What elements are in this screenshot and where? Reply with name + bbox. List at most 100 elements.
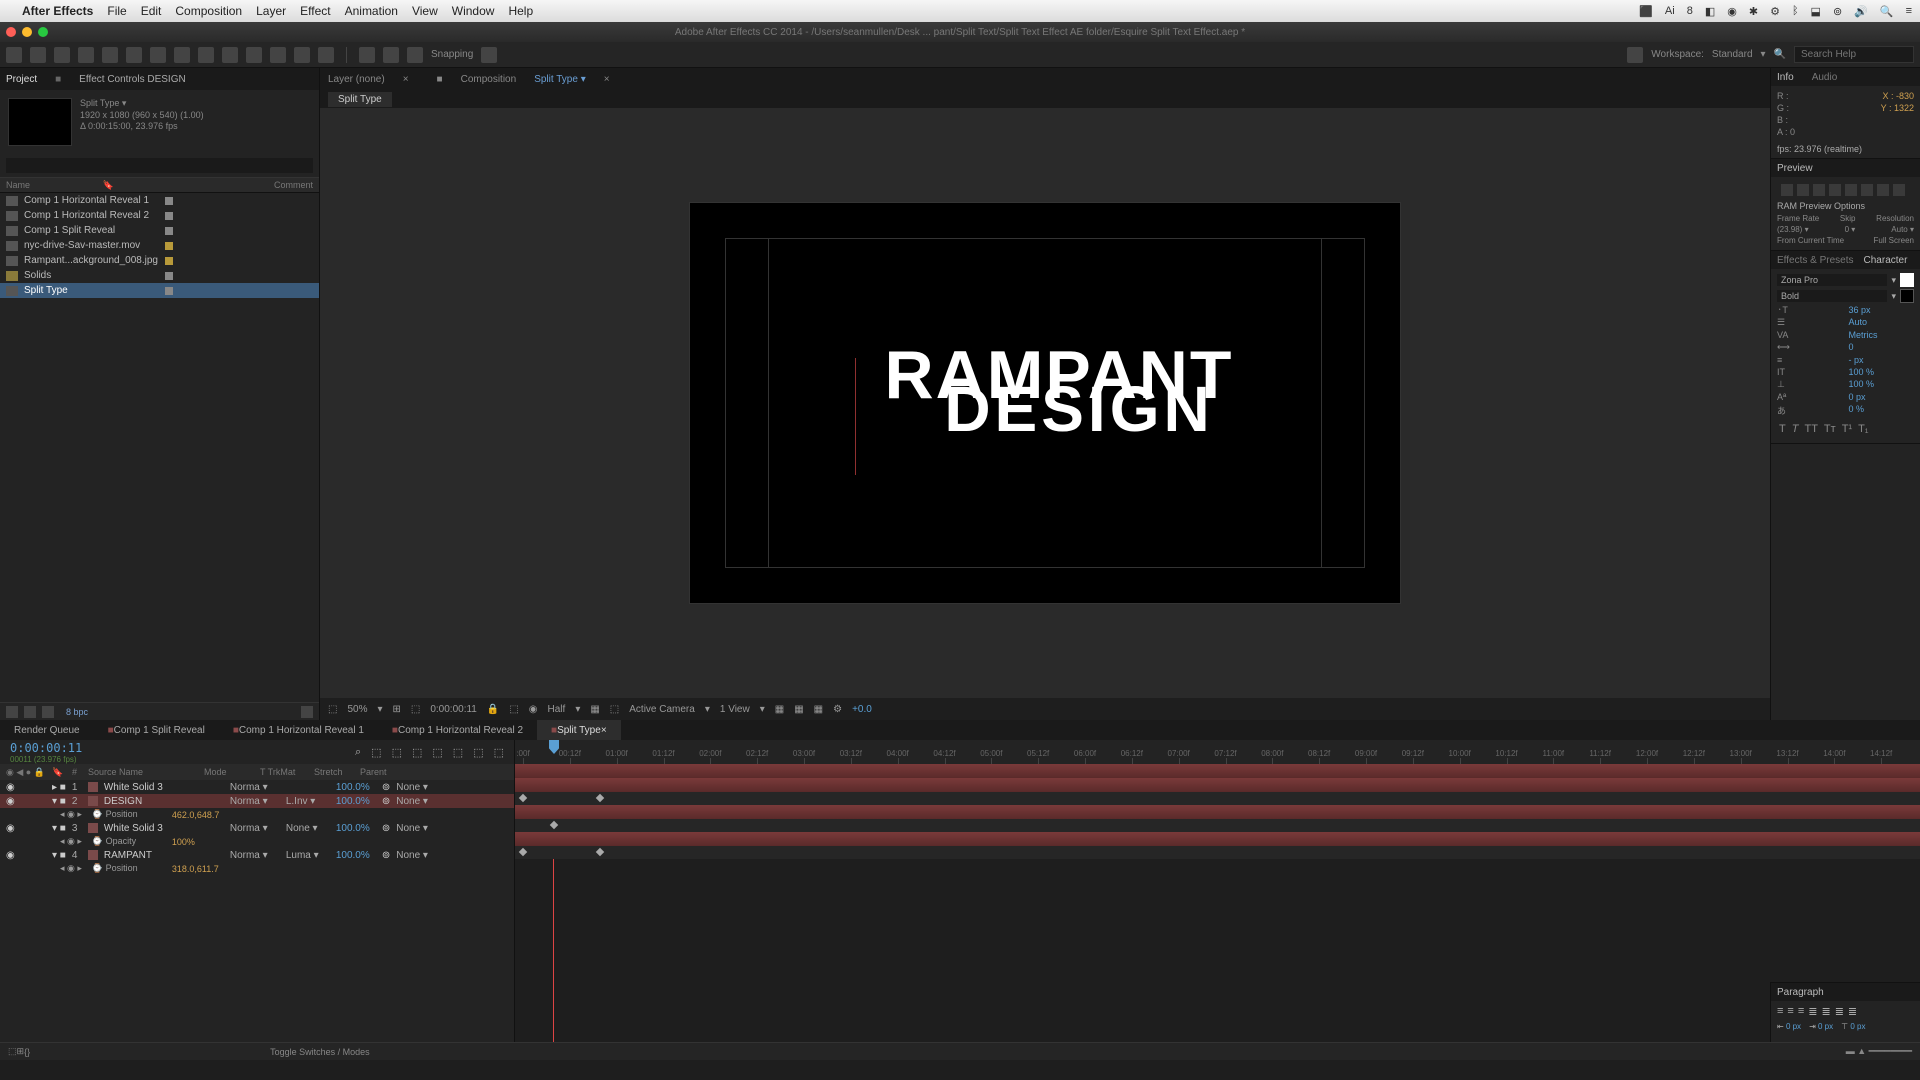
- clone-tool-icon[interactable]: [246, 47, 262, 63]
- font-size[interactable]: 36 px: [1849, 305, 1915, 315]
- views-dropdown[interactable]: 1 View: [720, 704, 750, 715]
- comp-name-label[interactable]: Split Type ▾: [80, 98, 204, 110]
- tl-opt-icon[interactable]: ⬚: [371, 746, 381, 759]
- menu-icon[interactable]: ≡: [1906, 5, 1912, 17]
- tab-effect-controls[interactable]: Effect Controls DESIGN: [79, 74, 186, 85]
- world-axis-icon[interactable]: [383, 47, 399, 63]
- next-frame-icon[interactable]: [1829, 184, 1841, 196]
- pen-tool-icon[interactable]: [174, 47, 190, 63]
- prev-frame-icon[interactable]: [1797, 184, 1809, 196]
- tl-opt-icon[interactable]: ⬚: [412, 746, 422, 759]
- time-ruler[interactable]: :00f00:12f01:00f01:12f02:00f02:12f03:00f…: [515, 740, 1920, 764]
- tl-opt-icon[interactable]: ⬚: [453, 746, 463, 759]
- project-item-folder[interactable]: Solids: [0, 268, 319, 283]
- menu-layer[interactable]: Layer: [256, 4, 286, 18]
- new-folder-icon[interactable]: [24, 706, 36, 718]
- project-item[interactable]: Comp 1 Split Reveal: [0, 223, 319, 238]
- current-time[interactable]: 0:00:00:11: [430, 704, 477, 715]
- subscript-icon[interactable]: T₁: [1858, 423, 1868, 435]
- fill-color-swatch[interactable]: [1900, 289, 1914, 303]
- tab-render-queue[interactable]: Render Queue: [0, 720, 94, 740]
- text-layer-design[interactable]: DESIGN: [724, 384, 1434, 435]
- bpc-toggle[interactable]: 8 bpc: [66, 707, 88, 717]
- search-help-input[interactable]: [1794, 46, 1914, 63]
- kerning[interactable]: Metrics: [1849, 330, 1915, 340]
- menu-edit[interactable]: Edit: [141, 4, 162, 18]
- menu-file[interactable]: File: [107, 4, 126, 18]
- tl-opt-icon[interactable]: ⬚: [494, 746, 504, 759]
- justify-right-icon[interactable]: ≣: [1835, 1005, 1844, 1018]
- snapping-label[interactable]: Snapping: [431, 49, 473, 60]
- layer-property[interactable]: ◂ ◉ ▸⌚ Position318.0,611.7: [0, 862, 514, 875]
- project-search[interactable]: [6, 158, 313, 173]
- exposure-value[interactable]: +0.0: [852, 704, 872, 715]
- menu-effect[interactable]: Effect: [300, 4, 330, 18]
- camera-tool-icon[interactable]: [102, 47, 118, 63]
- faux-bold-icon[interactable]: T: [1779, 423, 1786, 435]
- timeline-tab[interactable]: Comp 1 Horizontal Reveal 2: [398, 725, 523, 736]
- zoom-dropdown[interactable]: 50%: [347, 704, 367, 715]
- faux-italic-icon[interactable]: T: [1792, 423, 1799, 435]
- smallcaps-icon[interactable]: Tт: [1824, 423, 1836, 435]
- tab-effects-presets[interactable]: Effects & Presets: [1777, 255, 1854, 266]
- align-right-icon[interactable]: ≡: [1798, 1005, 1804, 1018]
- timeline-layer[interactable]: ◉▾ ■2DESIGNNorma ▾L.Inv ▾100.0%⊚None ▾: [0, 794, 514, 808]
- superscript-icon[interactable]: T¹: [1842, 423, 1852, 435]
- trash-icon[interactable]: [301, 706, 313, 718]
- current-timecode[interactable]: 0:00:00:11: [10, 741, 82, 755]
- h-scale[interactable]: 100 %: [1849, 379, 1915, 390]
- align-left-icon[interactable]: ≡: [1777, 1005, 1783, 1018]
- project-item[interactable]: Split Type: [0, 283, 319, 298]
- baseline[interactable]: 0 px: [1849, 392, 1915, 402]
- minimize-icon[interactable]: [22, 27, 32, 37]
- allcaps-icon[interactable]: TT: [1804, 423, 1817, 435]
- snap-opt-icon[interactable]: [481, 47, 497, 63]
- stroke-width[interactable]: - px: [1849, 355, 1915, 365]
- project-item[interactable]: nyc-drive-Sav-master.mov: [0, 238, 319, 253]
- timeline-layer[interactable]: ◉▸ ■1White Solid 3Norma ▾100.0%⊚None ▾: [0, 780, 514, 794]
- loop-icon[interactable]: [1877, 184, 1889, 196]
- keyframe-icon[interactable]: [519, 848, 527, 856]
- ram-preview-label[interactable]: RAM Preview Options: [1777, 199, 1914, 213]
- workspace-dropdown[interactable]: Standard: [1712, 49, 1753, 60]
- justify-left-icon[interactable]: ≣: [1808, 1005, 1817, 1018]
- menu-help[interactable]: Help: [508, 4, 533, 18]
- timeline-tab[interactable]: Comp 1 Split Reveal: [114, 725, 205, 736]
- align-center-icon[interactable]: ≡: [1787, 1005, 1793, 1018]
- tab-paragraph[interactable]: Paragraph: [1777, 987, 1824, 998]
- ram-preview-icon[interactable]: [1893, 184, 1905, 196]
- tracking[interactable]: 0: [1849, 342, 1915, 353]
- tl-opt-icon[interactable]: ⬚: [473, 746, 483, 759]
- hand-tool-icon[interactable]: [30, 47, 46, 63]
- timeline-tab[interactable]: Comp 1 Horizontal Reveal 1: [239, 725, 364, 736]
- interpret-footage-icon[interactable]: [6, 706, 18, 718]
- keyframe-icon[interactable]: [519, 794, 527, 802]
- layer-bar[interactable]: [515, 778, 1920, 792]
- menu-view[interactable]: View: [412, 4, 438, 18]
- spotlight-icon[interactable]: 🔍: [1880, 5, 1894, 18]
- selection-tool-icon[interactable]: [6, 47, 22, 63]
- col-name[interactable]: Name: [6, 180, 30, 190]
- layer-property[interactable]: ◂ ◉ ▸⌚ Position462.0,648.7: [0, 808, 514, 821]
- font-family-dropdown[interactable]: Zona Pro: [1777, 274, 1887, 286]
- tl-opt-icon[interactable]: ⬚: [432, 746, 442, 759]
- new-comp-icon[interactable]: [42, 706, 54, 718]
- keyframe-icon[interactable]: [596, 848, 604, 856]
- tl-foot-icon[interactable]: {}: [24, 1047, 30, 1057]
- timeline-layer[interactable]: ◉▾ ■4RAMPANTNorma ▾Luma ▾100.0%⊚None ▾: [0, 848, 514, 862]
- project-item[interactable]: Rampant...ackground_008.jpg: [0, 253, 319, 268]
- rotate-tool-icon[interactable]: [78, 47, 94, 63]
- mask-tool-icon[interactable]: [150, 47, 166, 63]
- last-frame-icon[interactable]: [1845, 184, 1857, 196]
- play-icon[interactable]: [1813, 184, 1825, 196]
- layer-bar[interactable]: [515, 832, 1920, 846]
- layer-bar[interactable]: [515, 764, 1920, 778]
- zoom-tool-icon[interactable]: [54, 47, 70, 63]
- close-icon[interactable]: [6, 27, 16, 37]
- menu-animation[interactable]: Animation: [345, 4, 398, 18]
- eraser-tool-icon[interactable]: [270, 47, 286, 63]
- menu-composition[interactable]: Composition: [175, 4, 242, 18]
- layer-tab[interactable]: Layer (none): [328, 74, 385, 85]
- keyframe-icon[interactable]: [596, 794, 604, 802]
- camera-dropdown[interactable]: Active Camera: [629, 704, 695, 715]
